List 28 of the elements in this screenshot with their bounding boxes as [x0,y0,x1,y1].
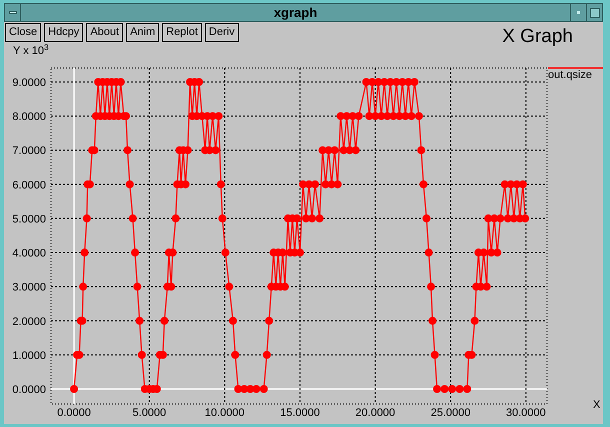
toolbar-button[interactable]: Deriv [204,23,239,42]
toolbar-button[interactable]: Replot [162,23,202,42]
x-tick-label: 20.0000 [355,407,396,419]
toolbar-button[interactable]: Hdcpy [44,23,84,42]
y-tick-label: 4.0000 [12,248,46,260]
x-tick-label: 10.0000 [204,407,245,419]
y-tick-label: 1.0000 [12,350,46,362]
y-tick-label: 9.0000 [12,76,46,89]
toolbar-button[interactable]: Close [5,23,42,42]
y-tick-label: 2.0000 [12,316,46,328]
y-tick-label: 6.0000 [12,179,46,192]
x-tick-label: 30.0000 [506,407,546,419]
x-tick-label: 25.0000 [430,407,470,419]
toolbar-button[interactable]: About [86,23,124,42]
y-tick-label: 0.0000 [12,384,46,396]
toolbar-button[interactable]: Anim [126,23,160,42]
y-tick-label: 3.0000 [12,282,46,294]
window-title: xgraph [272,6,318,19]
x-tick-label: 5.0000 [132,407,166,419]
x-tick-label: 15.0000 [280,407,320,419]
x-axis-label: X [593,399,600,411]
y-axis-label: Y x 10$^{3}$ [13,44,50,59]
y-tick-label: 7.0000 [12,145,46,158]
x-tick-label: 0.0000 [57,407,91,419]
graph-title: X Graph [502,27,573,46]
y-tick-label: 8.0000 [12,111,46,124]
legend-label: out.qsize [548,69,592,81]
y-tick-label: 5.0000 [12,213,46,226]
